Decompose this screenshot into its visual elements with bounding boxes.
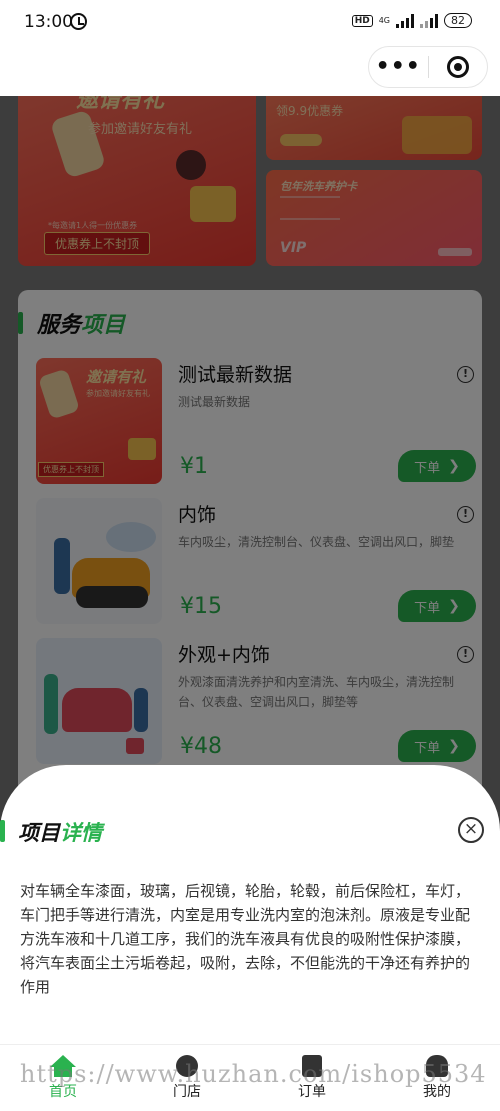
status-bar: 13:00 HD 4G 82 [0, 0, 500, 44]
target-icon [446, 56, 469, 78]
battery-indicator: 82 [444, 13, 472, 28]
close-icon[interactable]: × [458, 817, 484, 843]
hd-badge: HD [351, 14, 373, 27]
sheet-title-bar [0, 820, 5, 842]
sheet-title-text: 项目 [18, 821, 60, 845]
sheet-title: 项目详情 [18, 817, 102, 847]
miniprogram-capsule: ••• [368, 46, 488, 88]
sheet-description: 对车辆全车漆面，玻璃，后视镜，轮胎，轮毂，前后保险杠，车灯，车门把手等进行清洗，… [20, 882, 471, 996]
alarm-icon [70, 13, 87, 30]
nav-bar: ••• [0, 44, 500, 96]
signal-secondary-icon [420, 13, 438, 28]
system-indicators: HD 4G 82 [351, 13, 472, 28]
status-time: 13:00 [24, 12, 73, 32]
more-menu-icon[interactable]: ••• [369, 56, 428, 78]
sheet-title-highlight: 详情 [60, 821, 102, 845]
network-type: 4G [378, 16, 390, 25]
close-miniprogram-button[interactable] [428, 56, 487, 78]
signal-icon [396, 13, 414, 28]
watermark: https://www.huzhan.com/ishop5534 [20, 1060, 487, 1088]
